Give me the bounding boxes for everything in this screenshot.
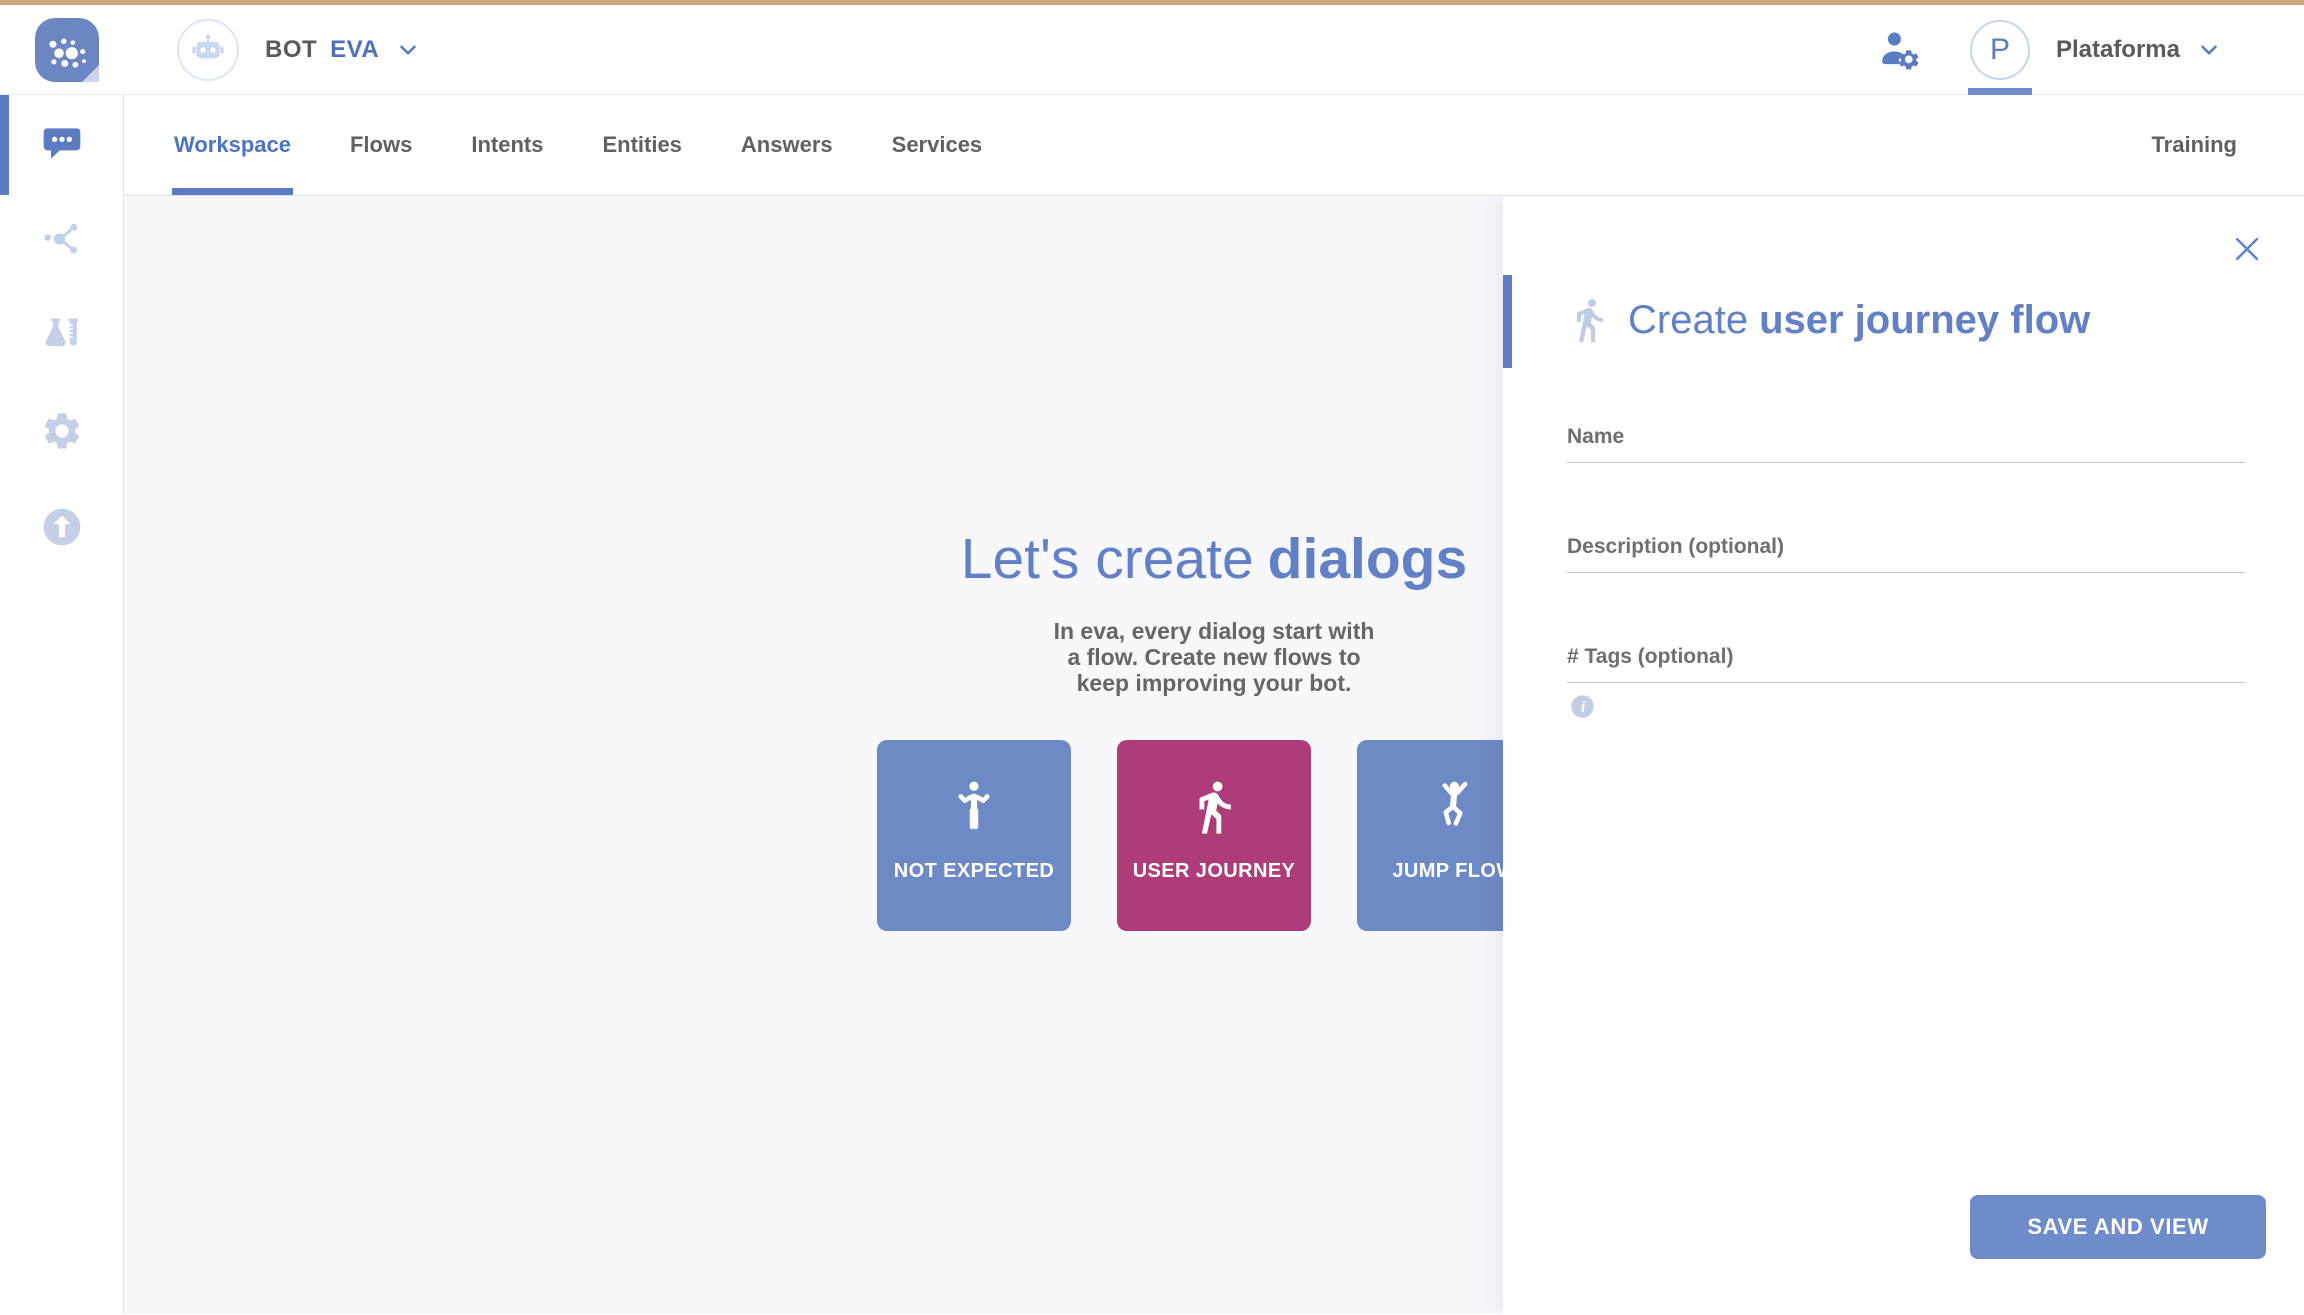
- panel-title-regular: Create: [1628, 298, 1748, 343]
- tab-workspace[interactable]: Workspace: [174, 95, 291, 195]
- page-subtitle: In eva, every dialog start with a flow. …: [1048, 618, 1380, 696]
- robot-icon: [188, 30, 228, 70]
- chevron-down-icon: [2196, 37, 2222, 63]
- tab-entities[interactable]: Entities: [602, 95, 681, 195]
- card-label: NOT EXPECTED: [894, 860, 1054, 883]
- walking-person-icon: [1185, 778, 1243, 836]
- logo-fold: [82, 65, 99, 82]
- sidebar-item-settings[interactable]: [0, 383, 123, 479]
- bot-label: BOT: [265, 36, 317, 64]
- sidebar: [0, 95, 124, 1314]
- work-area: Let's createdialogs In eva, every dialog…: [124, 196, 2304, 1314]
- walking-person-icon: [1565, 296, 1613, 344]
- lab-icon: [40, 313, 84, 357]
- card-user-journey[interactable]: USER JOURNEY: [1117, 740, 1311, 931]
- close-icon[interactable]: [2230, 232, 2264, 266]
- description-input[interactable]: [1567, 521, 2245, 573]
- tab-intents[interactable]: Intents: [471, 95, 543, 195]
- gear-icon: [40, 409, 84, 453]
- card-label: USER JOURNEY: [1133, 860, 1296, 883]
- tags-input[interactable]: [1567, 631, 2245, 683]
- bot-selector[interactable]: BOT EVA: [239, 36, 421, 64]
- tab-answers[interactable]: Answers: [741, 95, 833, 195]
- panel-title: Createuser journey flow: [1565, 296, 2090, 344]
- sidebar-item-dialogs[interactable]: [0, 95, 123, 191]
- info-icon[interactable]: i: [1569, 693, 1596, 720]
- account-selector[interactable]: Plataforma: [2030, 36, 2222, 64]
- account-avatar[interactable]: P: [1970, 20, 2030, 80]
- card-label: JUMP FLOW: [1392, 860, 1515, 883]
- account-avatar-wrap: P: [1970, 5, 2030, 95]
- sidebar-item-testing[interactable]: [0, 287, 123, 383]
- create-flow-panel: Createuser journey flow i SAVE AND VIEW: [1503, 196, 2304, 1314]
- account-initial: P: [1990, 33, 2010, 67]
- save-and-view-button[interactable]: SAVE AND VIEW: [1970, 1195, 2266, 1259]
- bot-avatar[interactable]: [177, 19, 239, 81]
- page-title-bold: dialogs: [1268, 527, 1468, 591]
- name-field-group: [1567, 411, 2245, 463]
- account-name: Plataforma: [2056, 36, 2180, 64]
- jumping-person-icon: [1425, 778, 1483, 836]
- tab-services[interactable]: Services: [892, 95, 983, 195]
- tags-field-group: [1567, 631, 2245, 683]
- chat-icon: [40, 121, 84, 165]
- tabbar: Workspace Flows Intents Entities Answers…: [124, 95, 2304, 196]
- card-not-expected[interactable]: NOT EXPECTED: [877, 740, 1071, 931]
- panel-title-bold: user journey flow: [1759, 298, 2090, 343]
- sidebar-item-connections[interactable]: [0, 191, 123, 287]
- header-right: P Plataforma: [1876, 5, 2304, 95]
- content-column: Workspace Flows Intents Entities Answers…: [124, 95, 2304, 1314]
- tab-training[interactable]: Training: [2151, 95, 2237, 195]
- sidebar-active-indicator: [0, 95, 9, 195]
- shrug-person-icon: [945, 778, 1003, 836]
- upload-icon: [40, 505, 84, 549]
- flow-type-cards: NOT EXPECTED USER JOURNEY: [877, 740, 1551, 931]
- user-admin-icon[interactable]: [1876, 27, 1922, 73]
- bot-name: EVA: [330, 36, 379, 64]
- header: BOT EVA P Plataforma: [0, 5, 2304, 95]
- eva-logo[interactable]: [35, 18, 99, 82]
- network-icon: [40, 217, 84, 261]
- body: Workspace Flows Intents Entities Answers…: [0, 95, 2304, 1314]
- page-title-regular: Let's create: [961, 527, 1254, 591]
- account-active-underline: [1968, 88, 2032, 95]
- svg-text:i: i: [1581, 699, 1586, 716]
- description-field-group: [1567, 521, 2245, 573]
- tab-flows[interactable]: Flows: [350, 95, 412, 195]
- panel-accent-bar: [1503, 275, 1512, 368]
- chevron-down-icon: [395, 37, 421, 63]
- page-title: Let's createdialogs: [961, 526, 1467, 592]
- sidebar-item-publish[interactable]: [0, 479, 123, 575]
- name-input[interactable]: [1567, 411, 2245, 463]
